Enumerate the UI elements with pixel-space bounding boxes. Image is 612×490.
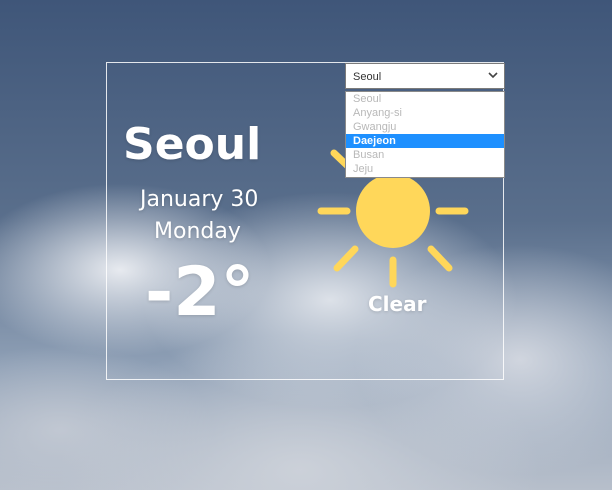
option-daejeon[interactable]: Daejeon — [346, 134, 504, 148]
temperature: -2° — [145, 253, 255, 332]
condition-text: Clear — [368, 292, 427, 316]
weekday-text: Monday — [154, 219, 241, 244]
option-busan[interactable]: Busan — [346, 148, 504, 162]
option-anyang-si[interactable]: Anyang-si — [346, 106, 504, 120]
city-name: Seoul — [123, 119, 262, 170]
city-select[interactable]: Seoul — [345, 63, 505, 89]
city-select-value: Seoul — [353, 71, 382, 83]
chevron-down-icon — [488, 72, 498, 79]
option-gwangju[interactable]: Gwangju — [346, 120, 504, 134]
city-dropdown-list: Seoul Anyang-si Gwangju Daejeon Busan Je… — [345, 91, 505, 178]
option-seoul[interactable]: Seoul — [346, 92, 504, 106]
option-jeju[interactable]: Jeju — [346, 162, 504, 176]
date-text: January 30 — [140, 187, 259, 212]
